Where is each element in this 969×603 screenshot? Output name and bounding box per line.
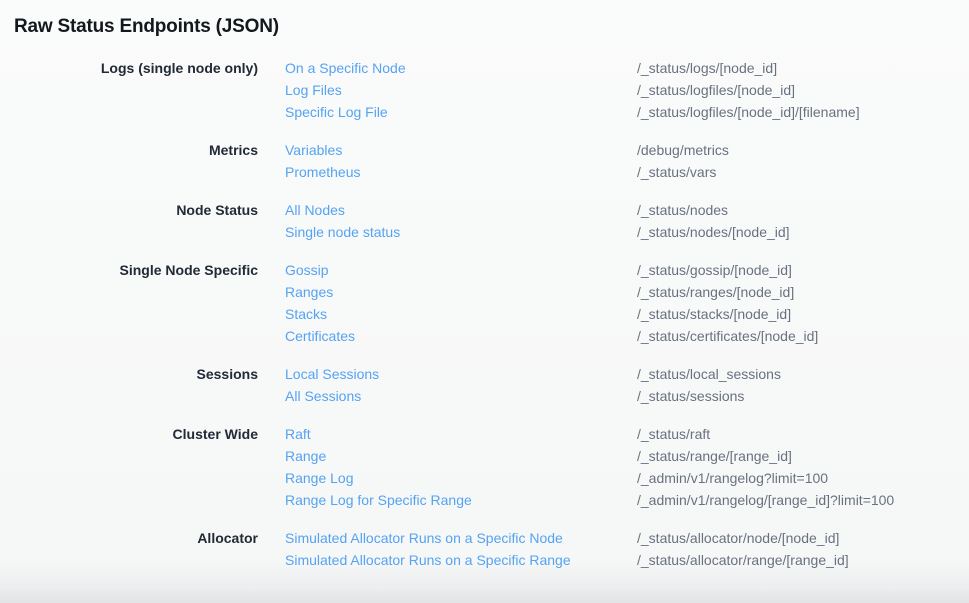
endpoint-path: /_status/logfiles/[node_id]/[filename] [637,101,860,123]
endpoint-row: Stacks /_status/stacks/[node_id] [258,303,969,325]
endpoint-path: /_status/raft [637,423,710,445]
endpoint-path: /_status/allocator/range/[range_id] [637,549,849,571]
endpoint-row: Local Sessions /_status/local_sessions [258,363,969,385]
endpoint-group: Node Status All Nodes /_status/nodes Sin… [0,199,969,243]
endpoint-path: /_status/ranges/[node_id] [637,281,794,303]
endpoint-link[interactable]: Local Sessions [258,363,637,385]
endpoint-row: Log Files /_status/logfiles/[node_id] [258,79,969,101]
endpoint-link[interactable]: All Sessions [258,385,637,407]
group-category-label: Cluster Wide [0,423,258,511]
group-entries: Raft /_status/raft Range /_status/range/… [258,423,969,511]
endpoint-path: /_status/local_sessions [637,363,781,385]
endpoint-row: All Nodes /_status/nodes [258,199,969,221]
endpoint-link[interactable]: Single node status [258,221,637,243]
endpoint-row: All Sessions /_status/sessions [258,385,969,407]
endpoint-row: Raft /_status/raft [258,423,969,445]
endpoint-row: Ranges /_status/ranges/[node_id] [258,281,969,303]
group-category-label: Allocator [0,527,258,571]
endpoint-link[interactable]: Variables [258,139,637,161]
endpoint-path: /_status/gossip/[node_id] [637,259,792,281]
group-entries: Gossip /_status/gossip/[node_id] Ranges … [258,259,969,347]
endpoint-row: Variables /debug/metrics [258,139,969,161]
endpoint-row: Simulated Allocator Runs on a Specific R… [258,549,969,571]
endpoint-link[interactable]: Simulated Allocator Runs on a Specific R… [258,549,637,571]
endpoint-row: Gossip /_status/gossip/[node_id] [258,259,969,281]
endpoint-link[interactable]: Ranges [258,281,637,303]
endpoint-path: /debug/metrics [637,139,729,161]
group-category-label: Sessions [0,363,258,407]
group-category-label: Node Status [0,199,258,243]
endpoint-group: Metrics Variables /debug/metrics Prometh… [0,139,969,183]
endpoint-link[interactable]: Range [258,445,637,467]
endpoint-path: /_status/sessions [637,385,744,407]
endpoint-row: Range Log for Specific Range /_admin/v1/… [258,489,969,511]
endpoint-link[interactable]: Simulated Allocator Runs on a Specific N… [258,527,637,549]
endpoint-link[interactable]: On a Specific Node [258,57,637,79]
endpoint-link[interactable]: Certificates [258,325,637,347]
endpoint-row: On a Specific Node /_status/logs/[node_i… [258,57,969,79]
endpoint-path: /_status/logfiles/[node_id] [637,79,795,101]
endpoint-row: Single node status /_status/nodes/[node_… [258,221,969,243]
endpoint-path: /_status/stacks/[node_id] [637,303,791,325]
debug-endpoints-page: { "page": { "title": "Raw Status Endpoin… [0,0,969,603]
endpoint-path: /_admin/v1/rangelog/[range_id]?limit=100 [637,489,894,511]
endpoint-link[interactable]: Range Log for Specific Range [258,489,637,511]
endpoint-path: /_status/logs/[node_id] [637,57,777,79]
endpoint-groups: Logs (single node only) On a Specific No… [0,57,969,571]
endpoint-link[interactable]: Log Files [258,79,637,101]
group-category-label: Single Node Specific [0,259,258,347]
endpoint-row: Range /_status/range/[range_id] [258,445,969,467]
endpoint-group: Logs (single node only) On a Specific No… [0,57,969,123]
endpoint-link[interactable]: Gossip [258,259,637,281]
group-category-label: Logs (single node only) [0,57,258,123]
endpoint-link[interactable]: Range Log [258,467,637,489]
endpoint-row: Range Log /_admin/v1/rangelog?limit=100 [258,467,969,489]
endpoint-path: /_status/range/[range_id] [637,445,792,467]
endpoint-path: /_status/certificates/[node_id] [637,325,818,347]
endpoint-path: /_admin/v1/rangelog?limit=100 [637,467,828,489]
endpoint-path: /_status/nodes [637,199,728,221]
endpoint-group: Allocator Simulated Allocator Runs on a … [0,527,969,571]
endpoint-link[interactable]: Specific Log File [258,101,637,123]
page-title: Raw Status Endpoints (JSON) [0,0,969,40]
bottom-edge-shade [0,589,969,603]
group-category-label: Metrics [0,139,258,183]
group-entries: All Nodes /_status/nodes Single node sta… [258,199,969,243]
endpoint-group: Sessions Local Sessions /_status/local_s… [0,363,969,407]
endpoint-path: /_status/allocator/node/[node_id] [637,527,839,549]
group-entries: On a Specific Node /_status/logs/[node_i… [258,57,969,123]
group-entries: Local Sessions /_status/local_sessions A… [258,363,969,407]
endpoint-row: Prometheus /_status/vars [258,161,969,183]
endpoint-link[interactable]: All Nodes [258,199,637,221]
endpoint-path: /_status/vars [637,161,716,183]
endpoint-link[interactable]: Stacks [258,303,637,325]
endpoint-row: Simulated Allocator Runs on a Specific N… [258,527,969,549]
endpoint-path: /_status/nodes/[node_id] [637,221,790,243]
endpoint-row: Certificates /_status/certificates/[node… [258,325,969,347]
endpoint-group: Cluster Wide Raft /_status/raft Range /_… [0,423,969,511]
endpoint-link[interactable]: Raft [258,423,637,445]
group-entries: Simulated Allocator Runs on a Specific N… [258,527,969,571]
endpoint-link[interactable]: Prometheus [258,161,637,183]
group-entries: Variables /debug/metrics Prometheus /_st… [258,139,969,183]
endpoint-row: Specific Log File /_status/logfiles/[nod… [258,101,969,123]
endpoint-group: Single Node Specific Gossip /_status/gos… [0,259,969,347]
